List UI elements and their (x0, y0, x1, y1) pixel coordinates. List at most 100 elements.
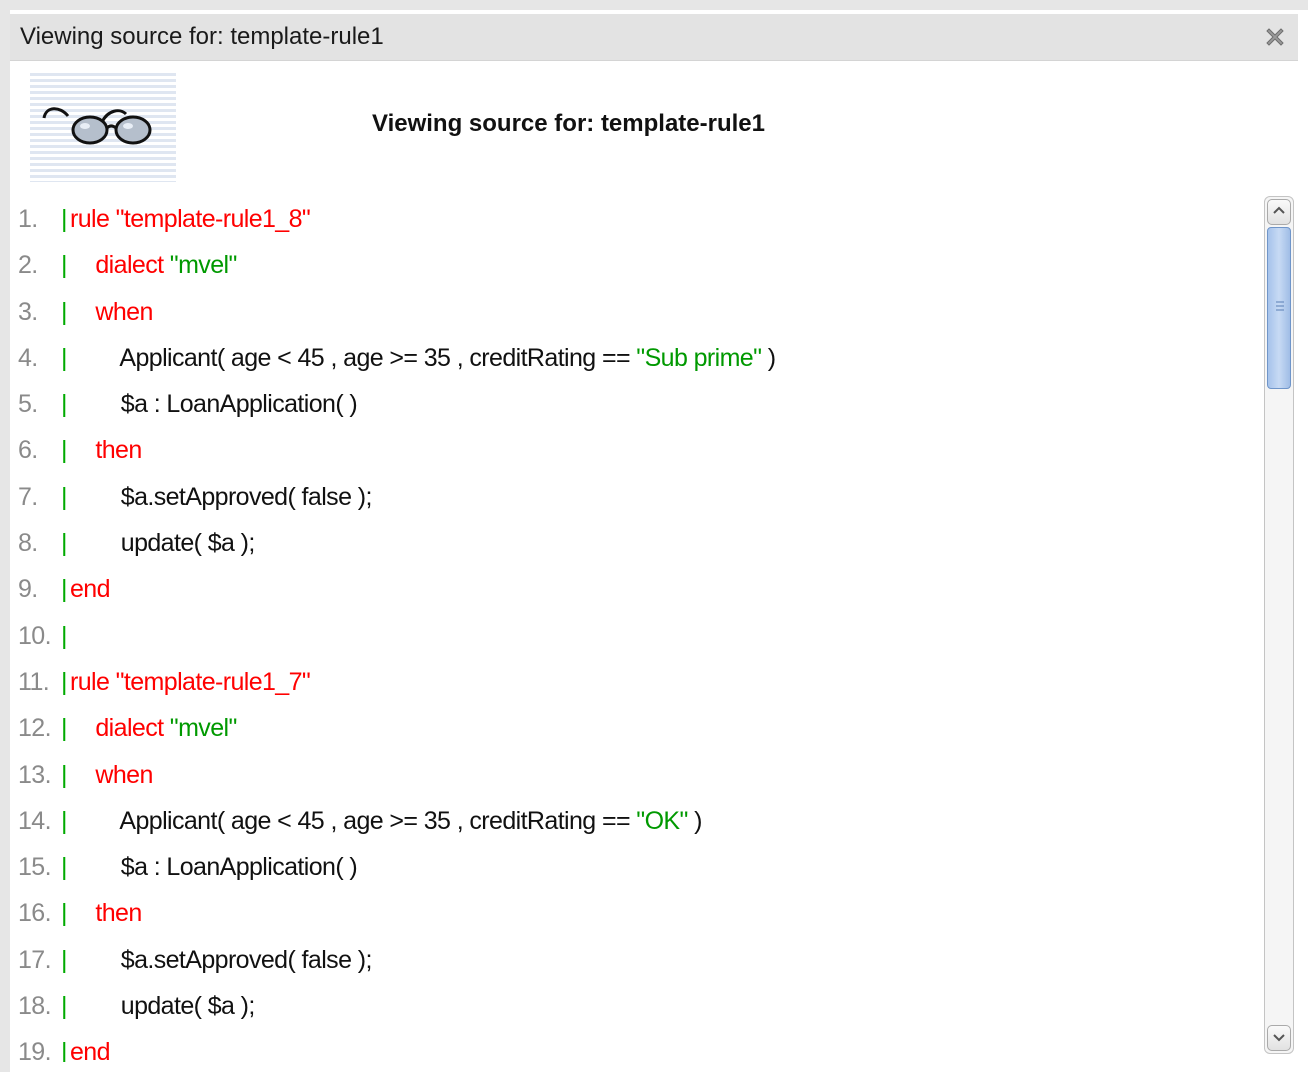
code-line: 11. | rule "template-rule1_7" (18, 659, 1268, 705)
code-string: "OK" (636, 806, 688, 835)
code-text: Applicant( age < 45 , age >= 35 , credit… (70, 335, 776, 381)
line-number: 5. (18, 390, 38, 419)
line-number: 4. (18, 343, 38, 372)
code-text: when (70, 752, 153, 798)
code-line: 4. | Applicant( age < 45 , age >= 35 , cr… (18, 335, 1268, 381)
dialog-title: Viewing source for: template-rule1 (20, 23, 384, 50)
code-text: when (70, 289, 153, 335)
chevron-down-icon (1273, 1034, 1285, 1042)
code-keyword: then (70, 899, 142, 928)
code-line: 9. | end (18, 566, 1268, 612)
dialog-title-bar[interactable]: Viewing source for: template-rule1 (10, 14, 1298, 61)
code-text: update( $a ); (70, 983, 256, 1029)
code-token: update( $a ); (70, 529, 256, 558)
code-line: 14. | Applicant( age < 45 , age >= 35 , c… (18, 798, 1268, 844)
gutter-bar: | (61, 667, 67, 696)
scroll-thumb[interactable] (1267, 227, 1291, 389)
code-text: rule "template-rule1_7" (70, 659, 311, 705)
vertical-scrollbar[interactable] (1264, 196, 1294, 1054)
line-number: 6. (18, 436, 38, 465)
line-number: 3. (18, 297, 38, 326)
code-text: $a.setApproved( false ); (70, 474, 373, 520)
line-number: 15. (18, 853, 52, 882)
close-icon[interactable] (1262, 24, 1288, 50)
grip-lines-icon (1276, 300, 1284, 314)
code-line: 16. | then (18, 890, 1268, 936)
code-text: then (70, 427, 142, 473)
code-token: update( $a ); (70, 992, 256, 1021)
code-line: 8. | update( $a ); (18, 520, 1268, 566)
source-code-view[interactable]: 1. | rule "template-rule1_8" 2. | dialect "m… (18, 196, 1268, 1062)
code-keyword: rule "template-rule1_7" (70, 667, 311, 696)
line-number: 9. (18, 575, 38, 604)
line-number: 7. (18, 482, 38, 511)
code-keyword: when (70, 760, 153, 789)
code-keyword: when (70, 297, 153, 326)
line-number: 18. (18, 992, 52, 1021)
code-line: 1. | rule "template-rule1_8" (18, 196, 1268, 242)
code-token: $a.setApproved( false ); (70, 945, 373, 974)
code-text: dialect "mvel" (70, 242, 237, 288)
chevron-up-icon (1273, 206, 1285, 214)
scroll-up-button[interactable] (1267, 199, 1291, 225)
code-keyword: rule "template-rule1_8" (70, 205, 311, 233)
line-number: 14. (18, 806, 52, 835)
line-number: 1. (18, 205, 38, 233)
code-line: 18. | update( $a ); (18, 983, 1268, 1029)
code-token: $a : LoanApplication( ) (70, 853, 358, 882)
code-line: 2. | dialect "mvel" (18, 242, 1268, 288)
gutter-bar: | (61, 760, 67, 789)
line-number: 13. (18, 760, 52, 789)
code-text: $a : LoanApplication( ) (70, 381, 358, 427)
line-number: 19. (18, 1038, 52, 1062)
code-text: dialect "mvel" (70, 705, 237, 751)
gutter-bar: | (61, 992, 67, 1021)
gutter-bar: | (61, 436, 67, 465)
line-number: 12. (18, 714, 52, 743)
code-string: "Sub prime" (636, 343, 762, 372)
code-keyword: then (70, 436, 142, 465)
code-string: "mvel" (169, 714, 238, 743)
line-number: 8. (18, 529, 38, 558)
code-token: ) (687, 806, 702, 835)
gutter-bar: | (61, 714, 67, 743)
gutter-bar: | (61, 390, 67, 419)
gutter-bar: | (61, 482, 67, 511)
code-text: update( $a ); (70, 520, 256, 566)
code-keyword: end (70, 575, 111, 604)
code-keyword: end (70, 1038, 111, 1062)
code-keyword: dialect (70, 714, 170, 743)
code-text: $a : LoanApplication( ) (70, 844, 358, 890)
code-token: $a.setApproved( false ); (70, 482, 373, 511)
page-title: Viewing source for: template-rule1 (372, 110, 765, 137)
gutter-bar: | (61, 853, 67, 882)
gutter-bar: | (61, 297, 67, 326)
gutter-bar: | (61, 205, 67, 233)
gutter-bar: | (61, 899, 67, 928)
code-line: 3. | when (18, 289, 1268, 335)
gutter-bar: | (61, 945, 67, 974)
code-line: 19. | end (18, 1029, 1268, 1062)
line-number: 2. (18, 251, 38, 280)
code-text: end (70, 1029, 111, 1062)
code-string: "mvel" (169, 251, 238, 280)
code-line: 15. | $a : LoanApplication( ) (18, 844, 1268, 890)
code-line: 13. | when (18, 752, 1268, 798)
line-number: 10. (18, 621, 52, 650)
code-token: ) (761, 343, 776, 372)
code-line: 10. | (18, 613, 1268, 659)
gutter-bar: | (61, 343, 67, 372)
code-text: Applicant( age < 45 , age >= 35 , credit… (70, 798, 702, 844)
gutter-bar: | (61, 529, 67, 558)
line-number: 16. (18, 899, 52, 928)
scroll-down-button[interactable] (1267, 1025, 1291, 1051)
code-line: 17. | $a.setApproved( false ); (18, 937, 1268, 983)
code-text: $a.setApproved( false ); (70, 937, 373, 983)
gutter-bar: | (61, 251, 67, 280)
code-keyword: dialect (70, 251, 170, 280)
gutter-bar: | (61, 1038, 67, 1062)
code-line: 7. | $a.setApproved( false ); (18, 474, 1268, 520)
code-text: then (70, 890, 142, 936)
glasses-icon (30, 70, 176, 182)
viewer-header: Viewing source for: template-rule1 (0, 66, 1280, 186)
